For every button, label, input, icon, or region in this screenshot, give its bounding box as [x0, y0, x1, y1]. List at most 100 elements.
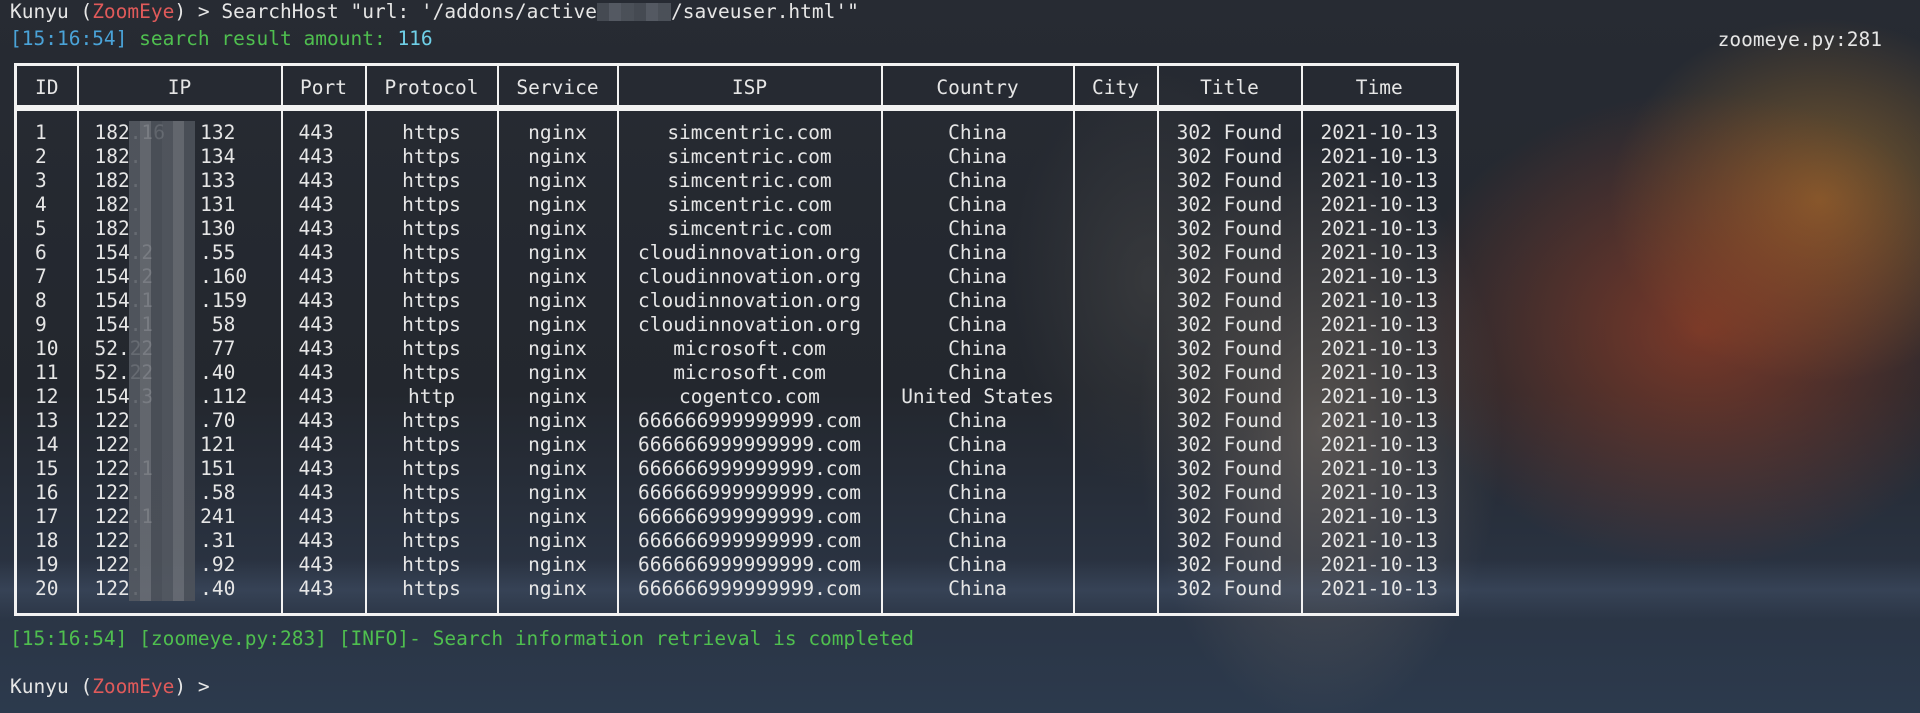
cell-ip: 122. .40 [76, 577, 283, 615]
final-prompt-suffix: > [186, 675, 210, 698]
cell-title: 302 Found [1156, 529, 1303, 553]
cell-service: nginx [496, 169, 619, 193]
table-row: 5 182. 130 443 https nginx simcentric.com Chin… [14, 217, 1459, 241]
cell-service: nginx [496, 337, 619, 361]
table-body: 1182.16 132443httpsnginxsimcentric.comCh… [14, 109, 1459, 615]
cell-protocol: https [364, 433, 499, 457]
column-header-title: Title [1156, 64, 1303, 111]
cell-country: China [880, 577, 1075, 615]
cell-protocol: https [364, 109, 499, 145]
cell-id: 20 [14, 577, 79, 615]
cell-city [1072, 505, 1159, 529]
table-row: 6 154.2 .55 443 https nginx cloudinnovation.o… [14, 241, 1459, 265]
cell-city [1072, 481, 1159, 505]
redacted-ip-mask [128, 241, 195, 265]
cell-country: China [880, 457, 1075, 481]
table-row: 3 182. 133 443 https nginx simcentric.com Chin… [14, 169, 1459, 193]
cell-title: 302 Found [1156, 553, 1303, 577]
cell-time: 2021-10-13 [1300, 145, 1459, 169]
table-row: 1182.16 132443httpsnginxsimcentric.comCh… [14, 109, 1459, 145]
cell-isp: 666666999999999.com [616, 481, 883, 505]
cell-id: 4 [14, 193, 79, 217]
column-header-id: ID [14, 64, 79, 111]
cell-ip: 122. .92 [76, 553, 283, 577]
cell-id: 3 [14, 169, 79, 193]
cell-ip: 52.22 77 [76, 337, 283, 361]
cell-time: 2021-10-13 [1300, 457, 1459, 481]
cell-title: 302 Found [1156, 577, 1303, 615]
cell-port: 443 [280, 313, 367, 337]
cell-title: 302 Found [1156, 265, 1303, 289]
cell-protocol: https [364, 577, 499, 615]
info-log-line: [15:16:54] [zoomeye.py:283] [INFO]- Sear… [10, 627, 914, 650]
results-table: ID IP Port Protocol Service ISP Country City Tit… [14, 63, 1459, 616]
cell-country: China [880, 433, 1075, 457]
command-line: Kunyu (ZoomEye) > SearchHost "url: '/add… [10, 0, 859, 23]
column-header-ip: IP [76, 64, 283, 111]
cell-service: nginx [496, 433, 619, 457]
cell-country: China [880, 505, 1075, 529]
cell-id: 5 [14, 217, 79, 241]
cell-id: 6 [14, 241, 79, 265]
cell-title: 302 Found [1156, 361, 1303, 385]
cell-country: China [880, 193, 1075, 217]
cell-service: nginx [496, 481, 619, 505]
cell-service: nginx [496, 265, 619, 289]
cell-id: 2 [14, 145, 79, 169]
table-row: 20 122. .40 443 https nginx 666666999999999.c… [14, 577, 1459, 615]
cell-port: 443 [280, 265, 367, 289]
column-header-country: Country [880, 64, 1075, 111]
cell-isp: cloudinnovation.org [616, 241, 883, 265]
column-header-service: Service [496, 64, 619, 111]
cell-title: 302 Found [1156, 313, 1303, 337]
cell-time: 2021-10-13 [1300, 505, 1459, 529]
cell-title: 302 Found [1156, 433, 1303, 457]
cell-ip: 154.3 .112 [76, 385, 283, 409]
column-header-time: Time [1300, 64, 1459, 111]
cell-time: 2021-10-13 [1300, 409, 1459, 433]
cell-city [1072, 217, 1159, 241]
cell-ip: 154.1 58 [76, 313, 283, 337]
cell-ip: 122.1 151 [76, 457, 283, 481]
cell-country: China [880, 217, 1075, 241]
redacted-ip-mask [128, 313, 195, 337]
cell-service: nginx [496, 313, 619, 337]
cell-ip: 122.1 241 [76, 505, 283, 529]
table-row: 7 154.2 .160 443 https nginx cloudinnovation.… [14, 265, 1459, 289]
cell-protocol: https [364, 265, 499, 289]
table-row: 9 154.1 58 443 https nginx cloudinnovation.or… [14, 313, 1459, 337]
cell-country: China [880, 265, 1075, 289]
redacted-ip-mask [128, 361, 195, 385]
cell-city [1072, 145, 1159, 169]
cell-city [1072, 337, 1159, 361]
cell-service: nginx [496, 361, 619, 385]
redacted-ip-mask [128, 169, 195, 193]
cell-port: 443 [280, 193, 367, 217]
cell-country: China [880, 241, 1075, 265]
cell-time: 2021-10-13 [1300, 289, 1459, 313]
cell-city [1072, 433, 1159, 457]
cell-port: 443 [280, 241, 367, 265]
cell-time: 2021-10-13 [1300, 265, 1459, 289]
cell-isp: simcentric.com [616, 169, 883, 193]
cell-id: 14 [14, 433, 79, 457]
table-row: 11 52.22 .40 443 https nginx microsoft.com Chi… [14, 361, 1459, 385]
cell-isp: simcentric.com [616, 109, 883, 145]
redacted-ip-mask [128, 385, 195, 409]
table-row: 18 122. .31 443 https nginx 666666999999999.c… [14, 529, 1459, 553]
cell-id: 16 [14, 481, 79, 505]
cell-service: nginx [496, 529, 619, 553]
cell-title: 302 Found [1156, 481, 1303, 505]
cell-city [1072, 361, 1159, 385]
cell-country: China [880, 361, 1075, 385]
cell-protocol: https [364, 313, 499, 337]
cell-city [1072, 409, 1159, 433]
final-prompt-line[interactable]: Kunyu (ZoomEye) > [10, 675, 210, 699]
cell-title: 302 Found [1156, 505, 1303, 529]
cell-service: nginx [496, 385, 619, 409]
cell-city [1072, 109, 1159, 145]
cell-port: 443 [280, 169, 367, 193]
table-row: 4 182. 131 443 https nginx simcentric.com Chin… [14, 193, 1459, 217]
cell-protocol: https [364, 193, 499, 217]
cell-time: 2021-10-13 [1300, 361, 1459, 385]
